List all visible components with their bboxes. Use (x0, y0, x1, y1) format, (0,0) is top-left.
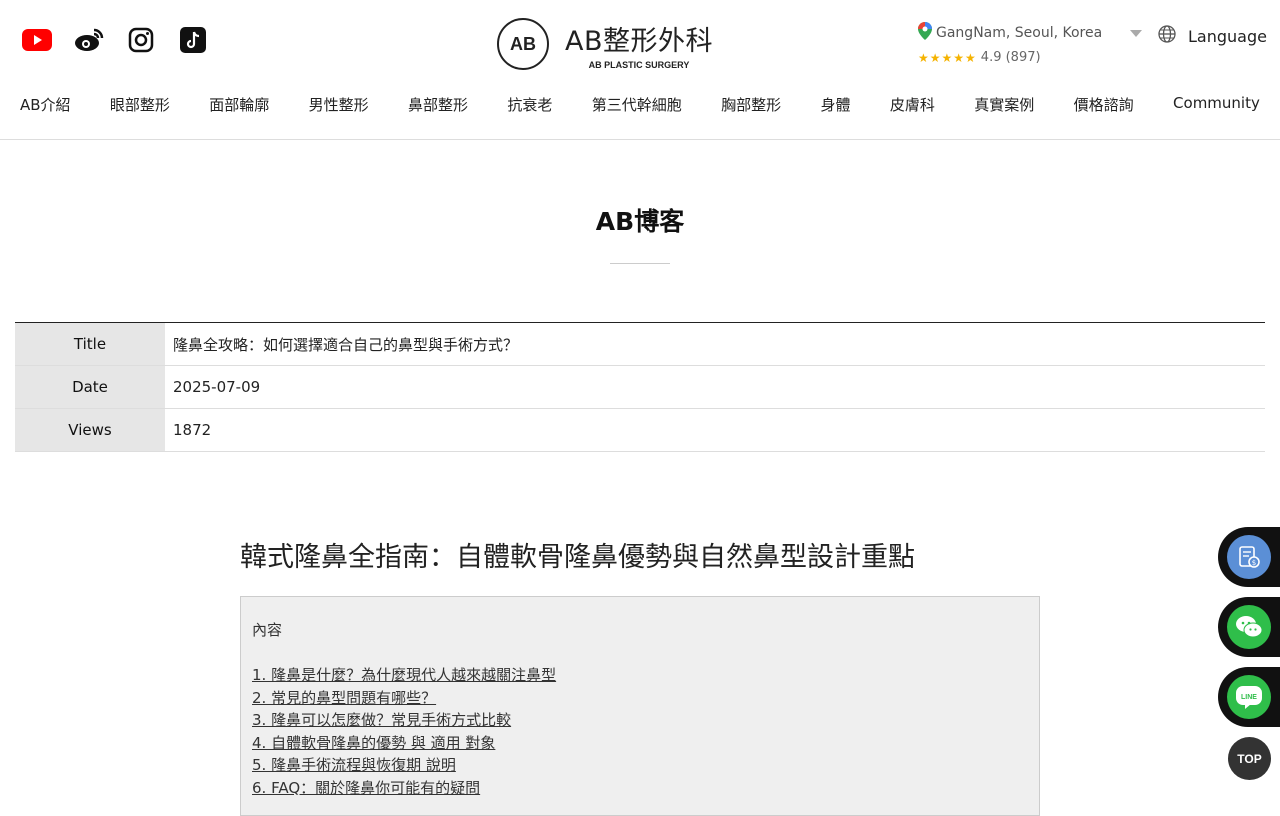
nav-item-pricing[interactable]: 價格諮詢 (1074, 94, 1134, 115)
nav-item-nose[interactable]: 鼻部整形 (408, 94, 468, 115)
instagram-icon[interactable] (124, 26, 158, 54)
nav-item-body[interactable]: 身體 (821, 94, 851, 115)
nav-item-about[interactable]: AB介紹 (20, 94, 71, 115)
article-heading: 韓式隆鼻全指南：自體軟骨隆鼻優勢與自然鼻型設計重點 (240, 542, 915, 573)
nav-item-dermatology[interactable]: 皮膚科 (890, 94, 935, 115)
chevron-down-icon[interactable] (1130, 30, 1142, 37)
map-pin-icon (918, 22, 932, 44)
globe-icon (1158, 25, 1176, 47)
wechat-float-button[interactable] (1218, 597, 1280, 657)
scroll-to-top-button[interactable]: TOP (1228, 737, 1271, 780)
title-value: 隆鼻全攻略：如何選擇適合自己的鼻型與手術方式？ (165, 322, 1265, 366)
svg-text:$: $ (1252, 559, 1256, 567)
toc-link[interactable]: 5. 隆鼻手術流程與恢復期 說明 (252, 754, 1028, 777)
social-links (20, 26, 210, 54)
price-quote-icon: $ (1227, 535, 1271, 579)
site-logo[interactable]: AB AB整形外科 AB PLASTIC SURGERY (497, 18, 713, 70)
logo-mark: AB (497, 18, 549, 70)
language-selector[interactable]: Language (1158, 25, 1267, 47)
nav-item-cases[interactable]: 真實案例 (974, 94, 1034, 115)
location-text: GangNam, Seoul, Korea (936, 25, 1103, 41)
youtube-icon[interactable] (20, 26, 54, 54)
logo-subtitle: AB PLASTIC SURGERY (588, 59, 690, 70)
views-label: Views (15, 408, 165, 452)
table-row: Views 1872 (15, 408, 1265, 452)
rating-stars: ★★★★★ (918, 50, 977, 65)
toc-link[interactable]: 3. 隆鼻可以怎麼做？常見手術方式比較 (252, 709, 1028, 732)
tiktok-icon[interactable] (176, 26, 210, 54)
post-info-table: Title 隆鼻全攻略：如何選擇適合自己的鼻型與手術方式？ Date 2025-… (15, 322, 1265, 452)
views-value: 1872 (165, 408, 1265, 452)
nav-item-eye[interactable]: 眼部整形 (110, 94, 170, 115)
nav-item-male[interactable]: 男性整形 (309, 94, 369, 115)
svg-text:LINE: LINE (1241, 694, 1257, 701)
toc-link[interactable]: 2. 常見的鼻型問題有哪些？ (252, 687, 1028, 710)
location-info[interactable]: GangNam, Seoul, Korea ★★★★★ 4.9 (897) (918, 22, 1102, 65)
line-icon: LINE (1227, 675, 1271, 719)
wechat-icon (1227, 605, 1271, 649)
toc-link[interactable]: 4. 自體軟骨隆鼻的優勢 與 適用 對象 (252, 732, 1028, 755)
logo-title: AB整形外科 (565, 25, 713, 57)
page-title: AB博客 (595, 207, 685, 236)
toc-heading: 內容 (252, 621, 283, 639)
date-label: Date (15, 365, 165, 409)
nav-item-breast[interactable]: 胸部整形 (721, 94, 781, 115)
language-label: Language (1188, 26, 1267, 46)
nav-item-community[interactable]: Community (1173, 94, 1260, 115)
title-label: Title (15, 322, 165, 366)
nav-item-stem-cell[interactable]: 第三代幹細胞 (592, 94, 682, 115)
main-nav: AB介紹 眼部整形 面部輪廓 男性整形 鼻部整形 抗衰老 第三代幹細胞 胸部整形… (20, 94, 1260, 115)
table-row: Title 隆鼻全攻略：如何選擇適合自己的鼻型與手術方式？ (15, 322, 1265, 366)
line-float-button[interactable]: LINE (1218, 667, 1280, 727)
toc-link[interactable]: 6. FAQ：關於隆鼻你可能有的疑問 (252, 777, 1028, 800)
date-value: 2025-07-09 (165, 365, 1265, 409)
rating-value: 4.9 (897) (980, 50, 1041, 65)
weibo-icon[interactable] (72, 26, 106, 54)
table-row: Date 2025-07-09 (15, 365, 1265, 409)
nav-item-anti-aging[interactable]: 抗衰老 (507, 94, 552, 115)
title-divider (610, 263, 670, 264)
nav-item-facial-contour[interactable]: 面部輪廓 (209, 94, 269, 115)
toc-link[interactable]: 1. 隆鼻是什麼？為什麼現代人越來越關注鼻型 (252, 664, 1028, 687)
site-header: AB AB整形外科 AB PLASTIC SURGERY GangNam, Se… (0, 0, 1280, 140)
table-of-contents: 內容 1. 隆鼻是什麼？為什麼現代人越來越關注鼻型 2. 常見的鼻型問題有哪些？… (240, 596, 1040, 816)
consult-float-button[interactable]: $ (1218, 527, 1280, 587)
